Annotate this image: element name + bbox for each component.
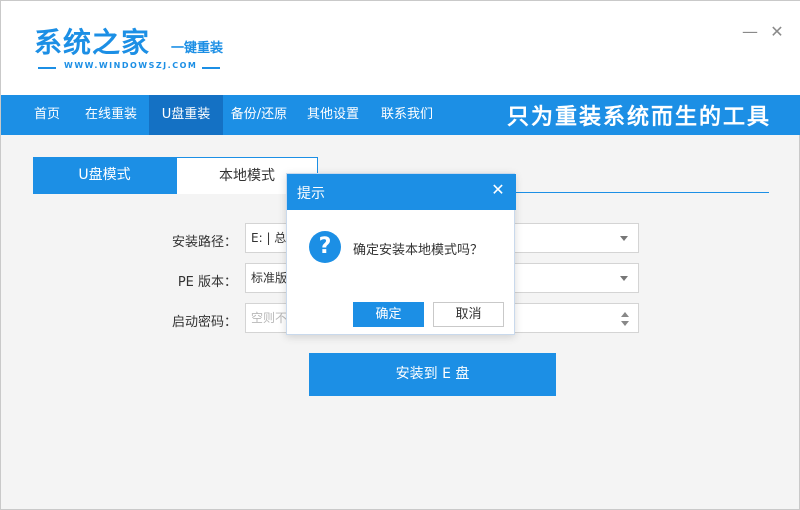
dialog-message: 确定安装本地模式吗？	[353, 243, 484, 258]
spin-up-icon[interactable]	[621, 312, 629, 317]
install-path-value: E: | 总	[251, 231, 287, 245]
logo-url-row: WWW.WINDOWSZJ.COM	[38, 61, 220, 75]
dialog-titlebar: 提示 ✕	[287, 174, 516, 210]
install-to-disk-button[interactable]: 安装到 E 盘	[309, 353, 556, 396]
close-icon[interactable]: ✕	[768, 23, 786, 41]
minimize-icon[interactable]: —	[741, 23, 759, 41]
pe-version-label: PE 版本：	[177, 275, 237, 290]
app-window: 系统之家 一键重装 WWW.WINDOWSZJ.COM — ✕ 首页 在线重装 …	[0, 0, 800, 510]
logo-line-right	[202, 67, 220, 69]
nav-item-backup-restore[interactable]: 备份/还原	[225, 95, 293, 135]
ok-button[interactable]: 确定	[353, 302, 424, 327]
dialog-close-icon[interactable]: ✕	[490, 182, 506, 198]
logo-title: 系统之家	[34, 26, 151, 59]
chevron-down-icon	[620, 236, 628, 241]
spin-down-icon[interactable]	[621, 321, 629, 326]
confirm-dialog: 提示 ✕ ? 确定安装本地模式吗？ 确定 取消	[286, 173, 516, 335]
logo-subtitle: 一键重装	[171, 41, 224, 56]
logo-line-left	[38, 67, 56, 69]
nav-item-usb-reinstall[interactable]: U盘重装	[149, 95, 223, 135]
nav-item-home[interactable]: 首页	[24, 95, 70, 135]
nav-item-contact-us[interactable]: 联系我们	[373, 95, 441, 135]
chevron-down-icon	[620, 276, 628, 281]
dialog-title: 提示	[297, 186, 325, 202]
logo-url: WWW.WINDOWSZJ.COM	[64, 61, 198, 70]
question-icon: ?	[309, 231, 341, 263]
install-path-label: 安装路径：	[171, 235, 237, 250]
cancel-button[interactable]: 取消	[433, 302, 504, 327]
main-nav: 首页 在线重装 U盘重装 备份/还原 其他设置 联系我们 只为重装系统而生的工具	[1, 95, 800, 135]
nav-item-online-reinstall[interactable]: 在线重装	[77, 95, 145, 135]
pe-version-value: 标准版	[251, 271, 288, 285]
boot-password-placeholder: 空则不	[251, 311, 288, 325]
slogan: 只为重装系统而生的工具	[506, 105, 771, 130]
tab-usb-mode[interactable]: U盘模式	[33, 157, 176, 194]
boot-password-label: 启动密码：	[171, 315, 237, 330]
nav-item-other-settings[interactable]: 其他设置	[299, 95, 367, 135]
app-header: 系统之家 一键重装 WWW.WINDOWSZJ.COM — ✕	[1, 1, 800, 95]
